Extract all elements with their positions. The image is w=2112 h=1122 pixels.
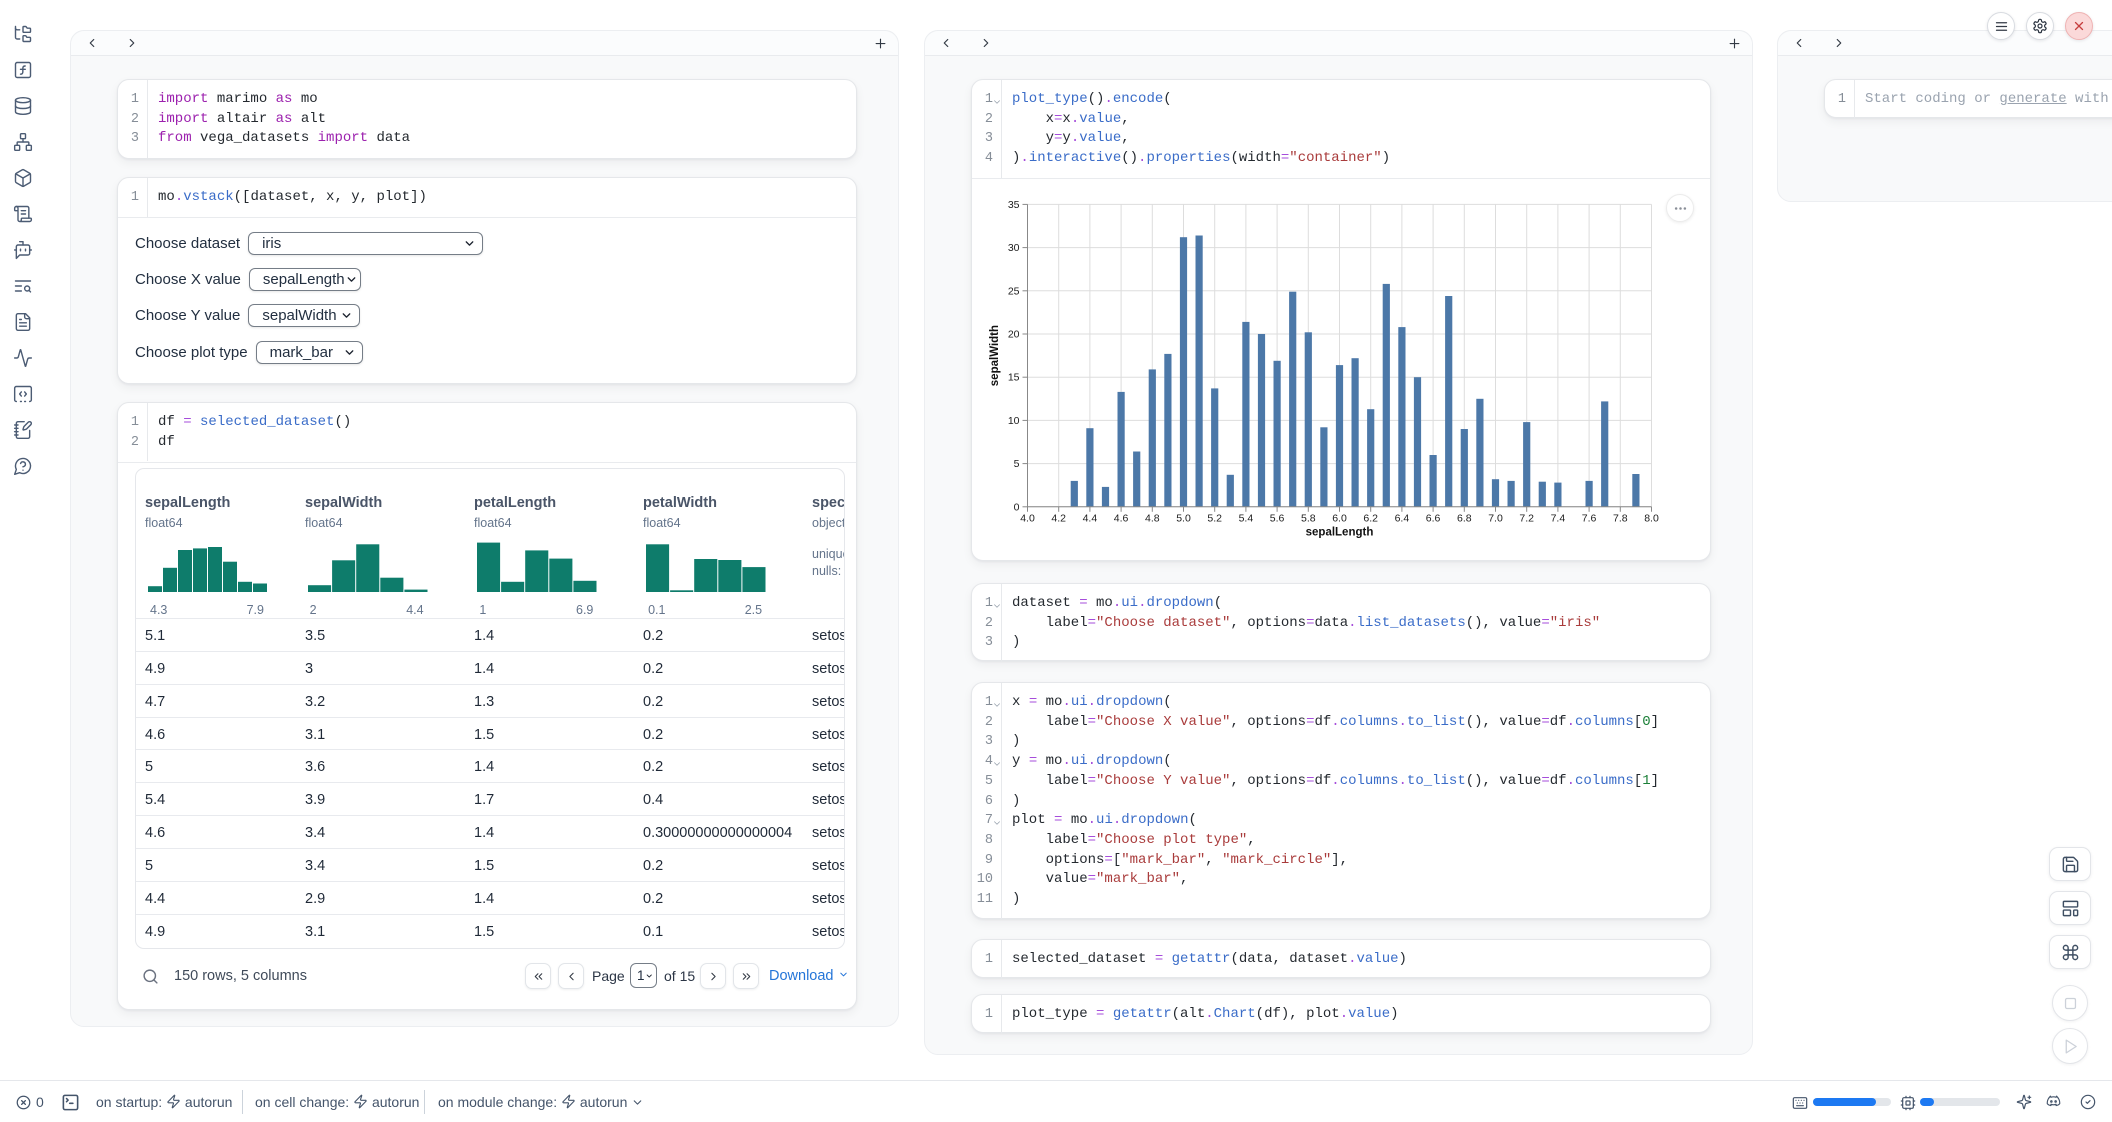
- svg-text:7.0: 7.0: [1488, 512, 1503, 524]
- svg-text:4.2: 4.2: [1051, 512, 1066, 524]
- svg-text:5: 5: [1014, 458, 1020, 470]
- svg-text:30: 30: [1008, 242, 1020, 254]
- svg-text:5.0: 5.0: [1176, 512, 1191, 524]
- svg-text:7.4: 7.4: [1551, 512, 1566, 524]
- svg-text:15: 15: [1008, 372, 1020, 384]
- svg-text:4.6: 4.6: [1114, 512, 1129, 524]
- svg-text:4.0: 4.0: [1020, 512, 1035, 524]
- svg-text:sepalWidth: sepalWidth: [989, 325, 1001, 386]
- svg-text:5.2: 5.2: [1207, 512, 1222, 524]
- svg-text:6.4: 6.4: [1395, 512, 1410, 524]
- svg-text:sepalLength: sepalLength: [1306, 527, 1374, 539]
- svg-text:10: 10: [1008, 415, 1020, 427]
- svg-text:6.8: 6.8: [1457, 512, 1472, 524]
- svg-text:6.2: 6.2: [1363, 512, 1378, 524]
- svg-text:0: 0: [1014, 501, 1020, 513]
- svg-text:4.4: 4.4: [1083, 512, 1098, 524]
- svg-text:20: 20: [1008, 329, 1020, 341]
- svg-text:4.8: 4.8: [1145, 512, 1160, 524]
- svg-text:35: 35: [1008, 199, 1020, 211]
- svg-text:6.0: 6.0: [1332, 512, 1347, 524]
- svg-text:8.0: 8.0: [1644, 512, 1659, 524]
- svg-text:25: 25: [1008, 285, 1020, 297]
- svg-text:7.2: 7.2: [1519, 512, 1534, 524]
- svg-text:5.4: 5.4: [1239, 512, 1254, 524]
- svg-text:7.6: 7.6: [1582, 512, 1597, 524]
- svg-text:6.6: 6.6: [1426, 512, 1441, 524]
- svg-text:5.8: 5.8: [1301, 512, 1316, 524]
- svg-text:5.6: 5.6: [1270, 512, 1285, 524]
- svg-text:7.8: 7.8: [1613, 512, 1628, 524]
